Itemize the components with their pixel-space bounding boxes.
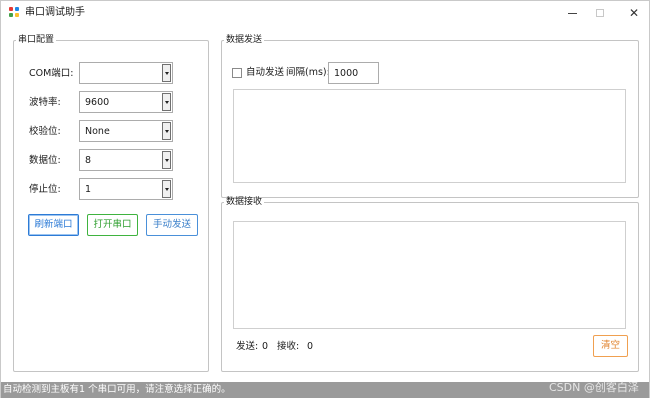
parity-select[interactable]: None [79,120,173,142]
maximize-icon [596,9,604,17]
parity-value: None [85,126,110,137]
interval-value: 1000 [334,68,359,79]
app-grid-icon [9,7,20,18]
chevron-down-icon[interactable] [162,93,171,111]
com-port-select[interactable] [79,62,173,84]
data-bits-value: 8 [85,155,92,166]
baud-rate-value: 9600 [85,97,110,108]
stop-bits-label: 停止位: [29,184,61,195]
open-port-button[interactable]: 打开串口 [87,214,138,236]
title-bar[interactable]: 串口调试助手 ✕ [1,1,649,25]
stop-bits-select[interactable]: 1 [79,178,173,200]
chevron-down-icon[interactable] [162,64,171,82]
baud-rate-label: 波特率: [29,97,61,108]
main-window: 串口调试助手 ✕ 串口配置 COM端口: 波特率: 9600 校验位: None… [0,0,650,398]
sent-count-value: 0 [262,341,269,352]
stop-bits-value: 1 [85,184,92,195]
close-icon: ✕ [628,6,640,20]
parity-label: 校验位: [29,126,61,137]
received-count-value: 0 [307,341,314,352]
data-bits-label: 数据位: [29,155,61,166]
clear-button[interactable]: 清空 [593,335,628,357]
received-count-label: 接收: [277,341,300,352]
data-send-legend: 数据发送 [226,35,263,45]
data-bits-select[interactable]: 8 [79,149,173,171]
minimize-button[interactable] [557,1,587,25]
baud-rate-select[interactable]: 9600 [79,91,173,113]
chevron-down-icon[interactable] [162,151,171,169]
auto-send-checkbox[interactable] [232,68,242,78]
receive-textarea[interactable] [233,221,626,329]
data-receive-legend: 数据接收 [226,197,263,207]
chevron-down-icon[interactable] [162,180,171,198]
manual-send-button[interactable]: 手动发送 [146,214,198,236]
maximize-button[interactable] [585,1,615,25]
watermark: CSDN @创客白泽 [549,381,639,394]
serial-config-legend: 串口配置 [18,35,55,45]
com-port-label: COM端口: [29,68,74,79]
window-title: 串口调试助手 [25,7,85,18]
chevron-down-icon[interactable] [162,122,171,140]
auto-send-label[interactable]: 自动发送 [246,67,284,79]
serial-config-group: 串口配置 [13,35,209,372]
interval-input[interactable]: 1000 [328,62,379,84]
close-button[interactable]: ✕ [619,1,649,25]
refresh-ports-button[interactable]: 刷新端口 [28,214,79,236]
minimize-icon [567,12,577,14]
status-message: 自动检测到主板有1 个串口可用，请注意选择正确的。 [3,384,231,395]
interval-label: 间隔(ms): [286,67,330,78]
send-textarea[interactable] [233,89,626,183]
sent-count-label: 发送: [236,341,259,352]
